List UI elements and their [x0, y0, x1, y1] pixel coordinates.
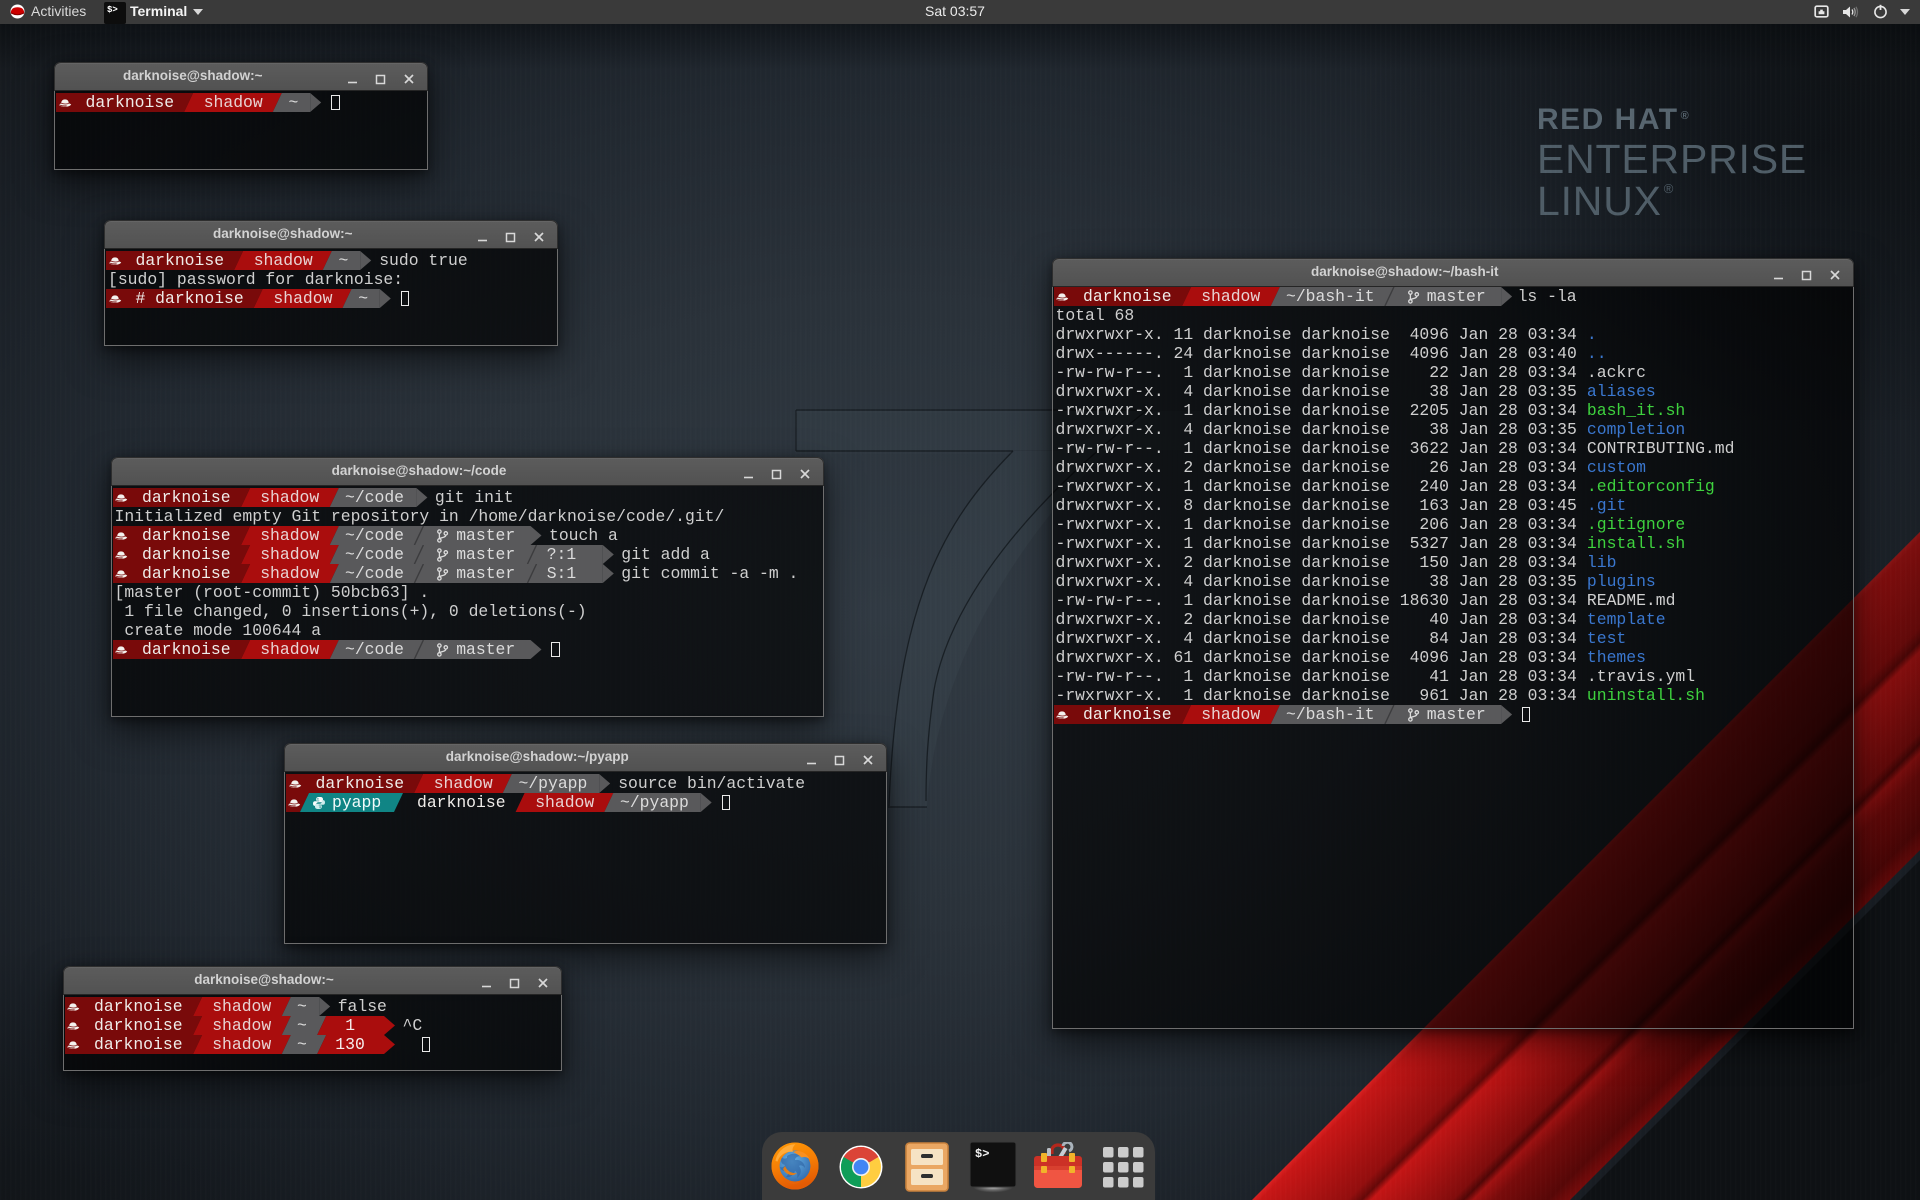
svg-text:$>: $>: [975, 1147, 989, 1161]
svg-text:$>: $>: [107, 5, 118, 15]
